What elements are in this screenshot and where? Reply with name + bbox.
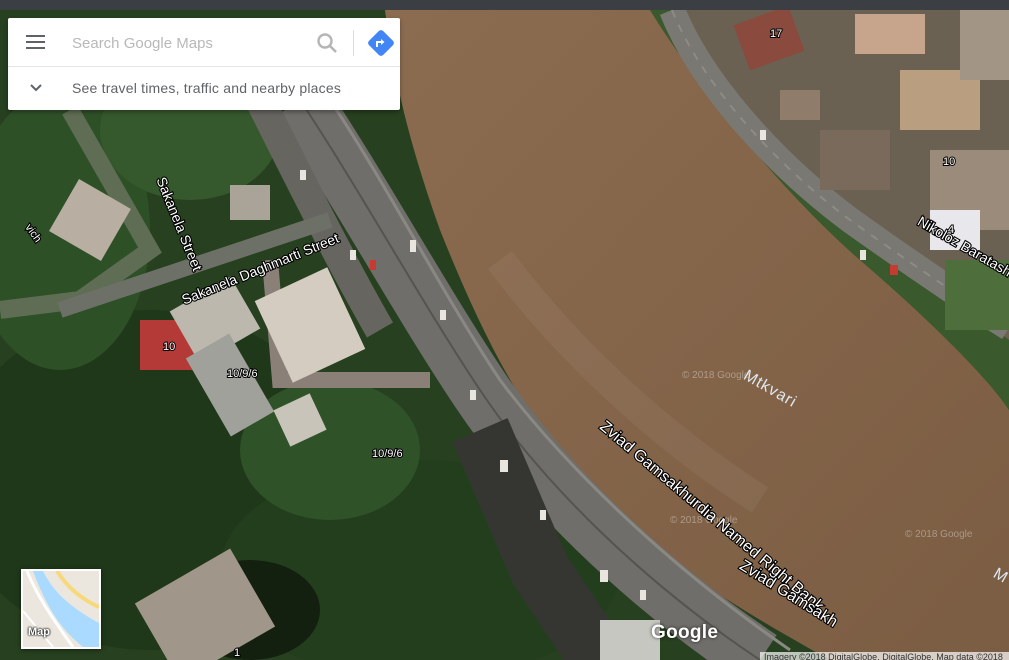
directions-icon (368, 30, 394, 56)
menu-button[interactable] (24, 32, 48, 52)
search-row (8, 18, 400, 66)
google-logo: Google (651, 622, 719, 643)
house-number: 4 (948, 224, 954, 236)
chevron-down-icon (30, 84, 42, 92)
search-divider (353, 30, 354, 56)
browser-top-strip (0, 0, 1009, 10)
house-number: 10/9/6 (227, 368, 258, 380)
house-number: 1 (234, 647, 240, 659)
watermark: © 2018 Google (670, 515, 738, 526)
search-icon (317, 33, 337, 53)
watermark: © 2018 Google (682, 370, 750, 381)
search-card: See travel times, traffic and nearby pla… (8, 18, 400, 110)
travel-times-expander[interactable]: See travel times, traffic and nearby pla… (8, 67, 400, 110)
map-view-toggle[interactable]: Map (21, 569, 101, 649)
house-number: 10/9/6 (372, 448, 403, 460)
menu-icon (26, 35, 45, 37)
search-button[interactable] (314, 30, 340, 56)
menu-icon (26, 47, 45, 49)
search-input[interactable] (70, 30, 304, 56)
map-attribution[interactable]: Imagery ©2018 DigitalGlobe, DigitalGlobe… (760, 652, 1009, 660)
map-toggle-label: Map (28, 626, 50, 638)
menu-icon (26, 41, 45, 43)
travel-times-label: See travel times, traffic and nearby pla… (72, 80, 342, 96)
house-number: 10 (943, 156, 955, 168)
watermark: © 2018 Google (905, 529, 973, 540)
house-number: 17 (770, 28, 782, 40)
directions-button[interactable] (366, 28, 396, 58)
house-number: 10 (163, 341, 175, 353)
